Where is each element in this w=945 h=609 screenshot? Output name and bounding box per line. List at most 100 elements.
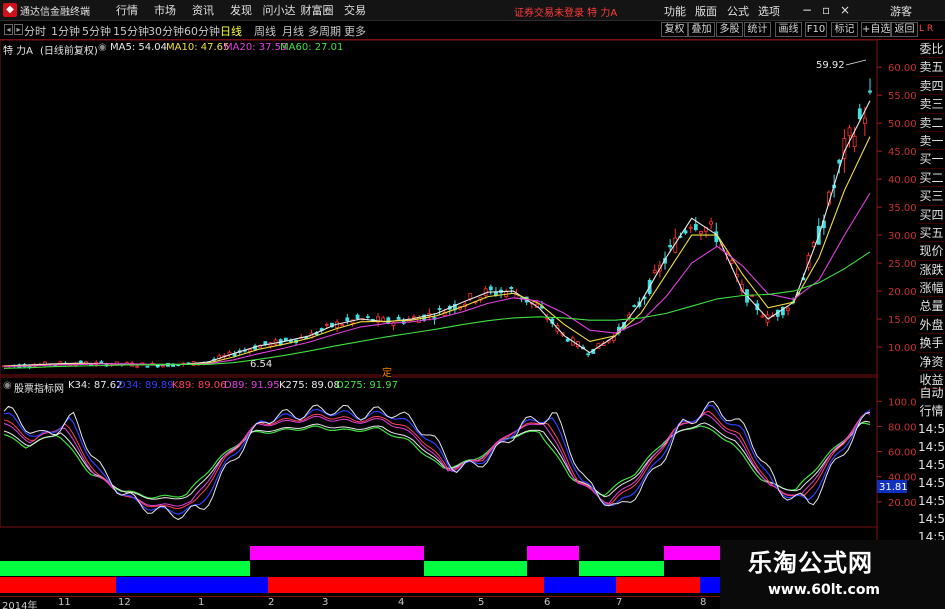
side-field-6[interactable]: 买一 bbox=[918, 150, 945, 169]
candle-body-135 bbox=[693, 224, 698, 231]
side-field-2[interactable]: 卖四 bbox=[918, 77, 945, 96]
indicator-gear-icon[interactable]: ◉ bbox=[3, 380, 12, 391]
time-label-5: 3 bbox=[322, 597, 329, 608]
time-label-8: 6 bbox=[544, 597, 551, 608]
watermark-title: 乐淘公式网 bbox=[748, 549, 873, 577]
ind-label-2: 60.00 bbox=[888, 448, 917, 459]
side-field-7[interactable]: 买二 bbox=[918, 169, 945, 188]
time-label-1: 11 bbox=[58, 597, 71, 608]
candle-body-63 bbox=[324, 323, 329, 326]
signal-bar-1-2 bbox=[579, 561, 664, 576]
price-label-2: 50.00 bbox=[888, 119, 917, 130]
side-field-0[interactable]: 委比 bbox=[918, 40, 945, 59]
signal-bar-2-3 bbox=[544, 577, 616, 593]
candle-body-95 bbox=[488, 286, 493, 291]
side-field-5[interactable]: 卖一 bbox=[918, 132, 945, 151]
candle-body-163 bbox=[837, 159, 842, 164]
candle-body-167 bbox=[857, 108, 862, 120]
side-field-10[interactable]: 买五 bbox=[918, 224, 945, 243]
price-label-4: 40.00 bbox=[888, 175, 917, 186]
side-field-1[interactable]: 卖五 bbox=[918, 58, 945, 77]
signal-bar-0-2 bbox=[664, 546, 720, 560]
price-label-9: 15.00 bbox=[888, 315, 917, 326]
time-label-10: 8 bbox=[700, 597, 707, 608]
watermark-url: www.60lt.com bbox=[768, 582, 881, 598]
marker-label: 定 bbox=[382, 366, 392, 379]
time-label-3: 1 bbox=[198, 597, 205, 608]
side-field-4[interactable]: 卖二 bbox=[918, 114, 945, 132]
k89-label: K89: 89.06 bbox=[172, 380, 227, 391]
candle-body-53 bbox=[273, 339, 278, 345]
ind-label-0: 100.0 bbox=[888, 397, 917, 408]
side-field-12[interactable]: 涨跌 bbox=[918, 261, 945, 280]
time-label-6: 4 bbox=[398, 597, 405, 608]
candle-body-165 bbox=[847, 127, 852, 137]
candle-body-28 bbox=[145, 365, 150, 368]
candle-body-134 bbox=[688, 226, 693, 229]
price-label-8: 20.00 bbox=[888, 287, 917, 298]
signal-bar-0-0 bbox=[250, 546, 424, 560]
side-field-8[interactable]: 买三 bbox=[918, 187, 945, 206]
signal-bar-2-2 bbox=[268, 577, 544, 593]
ind-value-tag: 31.81 bbox=[879, 482, 908, 493]
indicator-panel-frame bbox=[0, 376, 878, 528]
side-field-3[interactable]: 卖三 bbox=[918, 95, 945, 114]
signal-bar-2-5 bbox=[700, 577, 720, 593]
k275-label: K275: 89.08 bbox=[279, 380, 340, 391]
price-label-0: 60.00 bbox=[888, 63, 917, 74]
ma-line-ma20 bbox=[3, 192, 871, 368]
candle-body-127 bbox=[652, 269, 657, 274]
candle-body-169 bbox=[868, 90, 872, 93]
watermark-logo: 乐淘公式网 www.60lt.com bbox=[720, 540, 945, 609]
signal-bar-1-0 bbox=[0, 561, 250, 576]
side-field-13[interactable]: 涨幅 bbox=[918, 279, 945, 298]
candle-body-166 bbox=[852, 135, 857, 148]
high-price-pointer bbox=[845, 59, 867, 66]
low-price-label: 6.54 bbox=[250, 359, 272, 370]
high-price-label: 59.92 bbox=[816, 60, 845, 71]
candle-body-114 bbox=[586, 353, 591, 356]
side-field-9[interactable]: 买四 bbox=[918, 206, 945, 224]
side-field-14[interactable]: 总量 bbox=[918, 297, 945, 316]
candle-body-77 bbox=[396, 316, 401, 320]
candle-body-138 bbox=[709, 221, 714, 225]
k34-line bbox=[3, 400, 871, 521]
price-label-7: 25.00 bbox=[888, 259, 917, 270]
lr-badge: L R bbox=[919, 24, 934, 34]
ma-line-ma5 bbox=[3, 100, 871, 367]
candle-body-153 bbox=[786, 307, 790, 311]
time-label-7: 5 bbox=[478, 597, 485, 608]
candle-body-67 bbox=[345, 317, 350, 322]
side-field-17[interactable]: 净资 bbox=[918, 353, 945, 372]
candle-body-19 bbox=[99, 361, 104, 364]
time-axis: 2014年 11 12 1 2 3 4 5 6 7 8 bbox=[0, 596, 720, 609]
signal-bar-2-4 bbox=[616, 577, 700, 593]
tick-row-4: 14:50 bbox=[918, 458, 945, 472]
candle-body-91 bbox=[468, 293, 473, 300]
side-field-16[interactable]: 换手 bbox=[918, 334, 945, 353]
candle-body-146 bbox=[750, 295, 755, 297]
candle-body-96 bbox=[494, 291, 498, 296]
side-field-15[interactable]: 外盘 bbox=[918, 316, 945, 335]
tick-row-5: 14:50 bbox=[918, 476, 945, 490]
time-label-4: 2 bbox=[268, 597, 275, 608]
app-window: ◆ 通达信金融终端 行情 市场 资讯 发现 问小达 财富圈 交易 证券交易未登录 特 力A … bbox=[0, 0, 945, 609]
candle-body-168 bbox=[862, 117, 867, 124]
price-label-5: 35.00 bbox=[888, 203, 917, 214]
price-label-1: 55.00 bbox=[888, 91, 917, 102]
candle-body-148 bbox=[760, 315, 765, 318]
side-field-11[interactable]: 现价 bbox=[918, 242, 945, 261]
d89-label: D89: 91.95 bbox=[224, 380, 280, 391]
candle-body-133 bbox=[683, 230, 688, 234]
k275-line bbox=[3, 420, 871, 500]
tick-row-1: 行情 bbox=[919, 404, 944, 418]
stock-chart[interactable]: 60.00 55.00 50.00 45.00 40.00 35.00 30.00 25.00… bbox=[0, 0, 918, 596]
signal-bar-0-1 bbox=[527, 546, 579, 560]
price-panel-frame bbox=[0, 39, 878, 376]
candle-body-123 bbox=[632, 305, 637, 308]
candle-body-69 bbox=[355, 314, 360, 320]
d275-label: D275: 91.97 bbox=[336, 380, 398, 391]
price-label-10: 10.00 bbox=[888, 343, 917, 354]
price-label-6: 30.00 bbox=[888, 231, 917, 242]
tick-row-6: 14:50 bbox=[918, 494, 945, 508]
